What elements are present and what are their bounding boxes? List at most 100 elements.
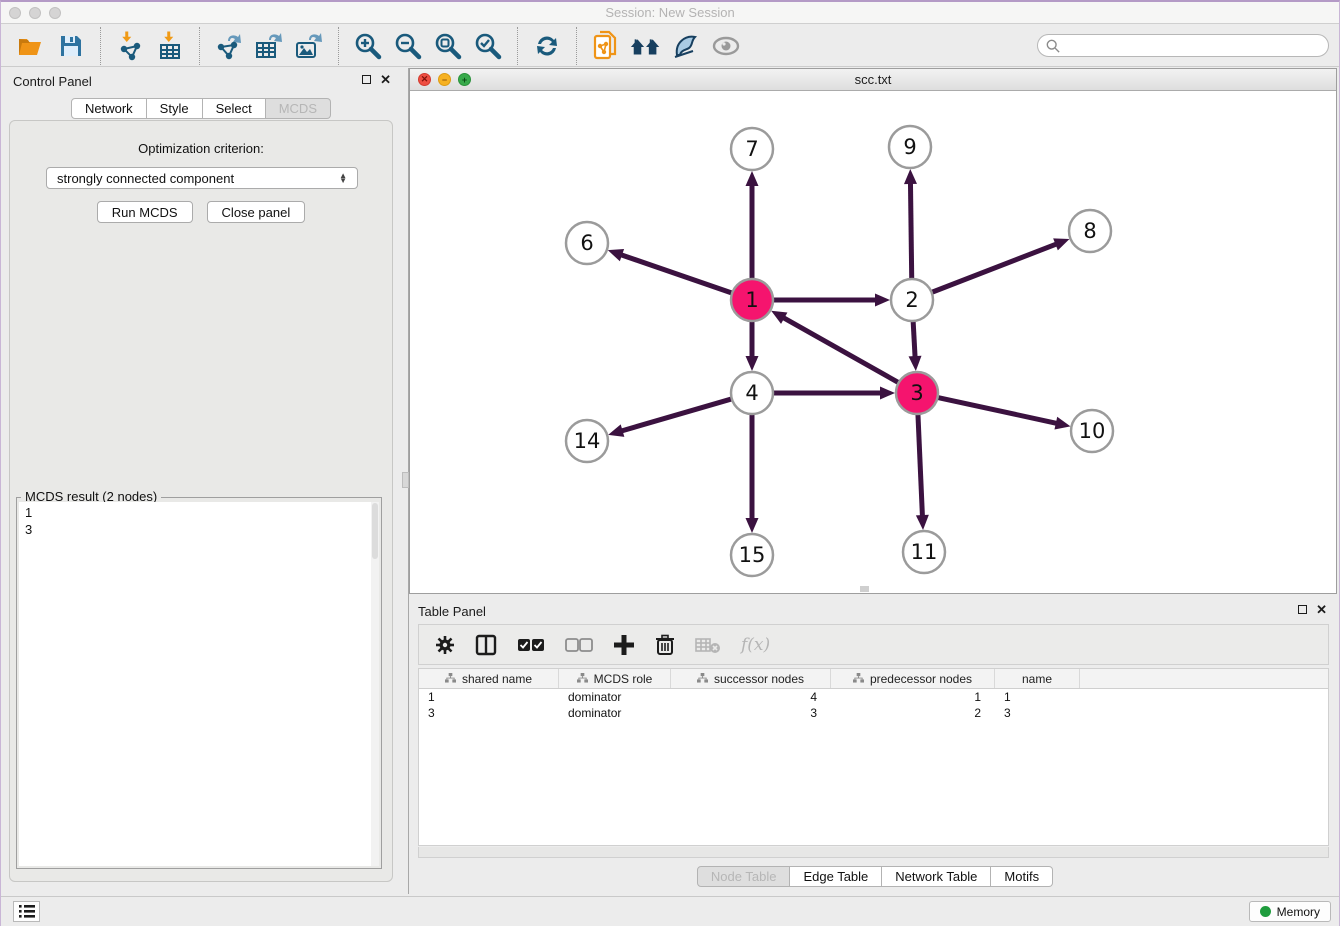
close-panel-icon[interactable]: ✕ (380, 74, 391, 85)
edge-3-1[interactable] (782, 317, 901, 384)
node-label-10: 10 (1079, 419, 1106, 443)
export-table-button[interactable] (252, 30, 286, 62)
table-cell[interactable]: 2 (831, 705, 995, 721)
table-cell[interactable]: 3 (419, 705, 559, 721)
tab-edge-table[interactable]: Edge Table (790, 866, 882, 887)
split-columns-icon[interactable] (475, 634, 497, 656)
tab-select[interactable]: Select (203, 98, 266, 119)
search-box[interactable] (1037, 34, 1329, 57)
export-image-icon (293, 31, 325, 61)
delete-icon[interactable] (655, 634, 675, 656)
select-all-checkbox-icon[interactable] (517, 638, 545, 652)
function-builder-icon[interactable]: f(x) (741, 635, 770, 655)
zoom-in-button[interactable] (351, 30, 385, 62)
result-scrollbar[interactable] (371, 502, 379, 866)
network-canvas[interactable]: 1234678910111415 (410, 91, 1336, 593)
edge-3-10[interactable] (936, 397, 1059, 424)
table-cell[interactable]: 1 (831, 689, 995, 705)
table-scrollbar-track[interactable] (418, 847, 1329, 858)
optimization-criterion-select[interactable]: strongly connected component ▲▼ (46, 167, 358, 189)
gear-icon[interactable] (435, 635, 455, 655)
window-title: Session: New Session (1, 5, 1339, 20)
edge-2-3[interactable] (913, 319, 915, 359)
close-panel-icon[interactable]: ✕ (1316, 604, 1327, 615)
save-session-icon (59, 34, 83, 58)
show-graphics-details-icon (711, 34, 741, 58)
edge-2-8[interactable] (930, 243, 1059, 293)
table-cell[interactable]: 1 (419, 689, 559, 705)
import-network-button[interactable] (113, 30, 147, 62)
optimization-criterion-label: Optimization criterion: (10, 141, 392, 156)
zoom-selected-icon (474, 32, 502, 60)
column-header-shared-name[interactable]: shared name (419, 669, 559, 688)
table-cell[interactable]: dominator (559, 705, 671, 721)
tab-network-table[interactable]: Network Table (882, 866, 991, 887)
table-header-row[interactable]: shared nameMCDS rolesuccessor nodesprede… (419, 669, 1328, 689)
run-mcds-button[interactable]: Run MCDS (97, 201, 193, 223)
tab-mcds[interactable]: MCDS (266, 98, 331, 119)
search-input[interactable] (1066, 39, 1320, 53)
show-graphics-details-button[interactable] (709, 30, 743, 62)
mcds-result-area[interactable]: 1 3 (19, 502, 379, 866)
export-image-button[interactable] (292, 30, 326, 62)
tab-motifs[interactable]: Motifs (991, 866, 1053, 887)
table-cell[interactable]: 1 (995, 689, 1080, 705)
bird-annotations-button[interactable] (669, 30, 703, 62)
list-icon (19, 905, 35, 918)
column-header-name[interactable]: name (995, 669, 1080, 688)
column-header-predecessor-nodes[interactable]: predecessor nodes (831, 669, 995, 688)
close-panel-button[interactable]: Close panel (207, 201, 306, 223)
node-table[interactable]: shared nameMCDS rolesuccessor nodesprede… (418, 668, 1329, 846)
export-network-button[interactable] (212, 30, 246, 62)
zoom-selected-button[interactable] (471, 30, 505, 62)
edge-arrowhead (1054, 417, 1070, 430)
float-panel-icon[interactable] (1298, 605, 1307, 614)
task-history-button[interactable] (13, 901, 40, 922)
table-body[interactable]: 1dominator4113dominator323 (419, 689, 1328, 721)
memory-button[interactable]: Memory (1249, 901, 1331, 922)
edge-2-9[interactable] (910, 181, 911, 281)
edge-arrowhead (608, 424, 624, 436)
delete-table-icon[interactable] (695, 636, 721, 654)
network-graph[interactable]: 1234678910111415 (410, 91, 1336, 594)
tab-node-table[interactable]: Node Table (697, 866, 791, 887)
refresh-layout-button[interactable] (530, 30, 564, 62)
panel-splitter[interactable] (401, 68, 409, 894)
table-cell[interactable]: dominator (559, 689, 671, 705)
table-toolbar: f(x) (418, 624, 1329, 665)
edge-3-11[interactable] (918, 412, 923, 518)
clone-network-button[interactable] (589, 30, 623, 62)
clone-network-icon (592, 30, 620, 62)
node-label-15: 15 (739, 543, 766, 567)
network-window-titlebar[interactable]: ✕ − + scc.txt (410, 69, 1336, 91)
toolbar-separator (100, 27, 101, 65)
cyndex-home-button[interactable] (629, 30, 663, 62)
table-cell[interactable]: 3 (671, 705, 831, 721)
import-table-button[interactable] (153, 30, 187, 62)
column-header-MCDS-role[interactable]: MCDS role (559, 669, 671, 688)
column-header-successor-nodes[interactable]: successor nodes (671, 669, 831, 688)
node-label-7: 7 (745, 137, 758, 161)
zoom-out-button[interactable] (391, 30, 425, 62)
canvas-grip[interactable] (860, 586, 869, 592)
zoom-in-icon (354, 32, 382, 60)
edge-1-6[interactable] (619, 254, 734, 294)
splitter-grip[interactable] (402, 472, 409, 488)
cyndex-home-icon (629, 33, 663, 59)
control-panel: Control Panel ✕ Network Style Select MCD… (1, 68, 401, 890)
table-cell[interactable]: 3 (995, 705, 1080, 721)
tab-network[interactable]: Network (71, 98, 147, 119)
table-cell[interactable]: 4 (671, 689, 831, 705)
save-session-button[interactable] (54, 30, 88, 62)
table-row[interactable]: 3dominator323 (419, 705, 1328, 721)
add-column-icon[interactable] (613, 634, 635, 656)
float-panel-icon[interactable] (362, 75, 371, 84)
tab-style[interactable]: Style (147, 98, 203, 119)
node-label-8: 8 (1083, 219, 1096, 243)
network-view-window: ✕ − + scc.txt 1234678910111415 (409, 68, 1337, 594)
zoom-fit-button[interactable] (431, 30, 465, 62)
deselect-all-checkbox-icon[interactable] (565, 638, 593, 652)
edge-4-14[interactable] (620, 398, 734, 431)
table-row[interactable]: 1dominator411 (419, 689, 1328, 705)
open-session-button[interactable] (14, 30, 48, 62)
